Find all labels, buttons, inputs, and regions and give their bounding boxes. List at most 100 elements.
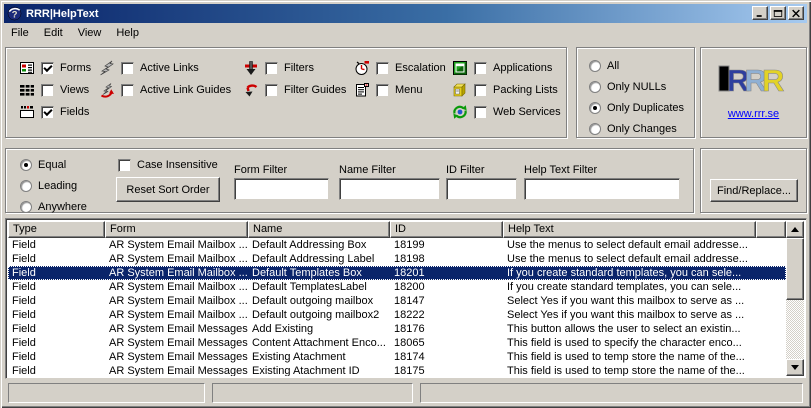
column-header-id[interactable]: ID — [390, 221, 503, 238]
object-type-forms[interactable]: Forms — [19, 60, 91, 76]
radio-label-leading: Leading — [38, 180, 77, 192]
cell-type: Field — [8, 280, 105, 294]
cell-help: If you create standard templates, you ca… — [503, 266, 756, 280]
cell-help: Use the menus to select default email ad… — [503, 252, 756, 266]
checkbox-escalation[interactable] — [376, 62, 389, 75]
object-type-menu[interactable]: Menu — [354, 82, 423, 98]
object-type-active-links[interactable]: Active Links — [99, 60, 199, 76]
object-type-active-link-guides[interactable]: Active Link Guides — [99, 82, 231, 98]
table-row[interactable]: FieldAR System Email Mailbox ...Default … — [8, 294, 786, 308]
checkbox-menu[interactable] — [376, 84, 389, 97]
checkbox-applications[interactable] — [474, 62, 487, 75]
cell-help: Select Yes if you want this mailbox to s… — [503, 308, 756, 322]
table-row[interactable]: FieldAR System Email MessagesExisting At… — [8, 364, 786, 376]
minimize-button[interactable] — [752, 6, 768, 20]
close-button[interactable] — [788, 6, 804, 20]
web-services-icon — [452, 104, 468, 120]
checkbox-fields[interactable] — [41, 106, 54, 119]
menu-item-file[interactable]: File — [4, 24, 37, 42]
column-header-type[interactable]: Type — [8, 221, 105, 238]
scrollbar-track[interactable] — [786, 300, 804, 359]
checkbox-label-applications: Applications — [493, 62, 552, 74]
name-filter-label: Name Filter — [339, 164, 396, 176]
radio-anywhere[interactable] — [20, 201, 32, 213]
scroll-up-button[interactable] — [786, 221, 804, 238]
cell-form: AR System Email Mailbox ... — [105, 280, 248, 294]
match-option-anywhere[interactable]: Anywhere — [20, 199, 87, 215]
checkbox-views[interactable] — [41, 84, 54, 97]
vertical-scrollbar[interactable] — [786, 221, 804, 376]
radio-label-only-duplicates: Only Duplicates — [607, 102, 684, 114]
table-row[interactable]: FieldAR System Email Mailbox ...Default … — [8, 280, 786, 294]
object-types-groupbox: Forms Views Fields Active Links Active Link … — [5, 47, 567, 138]
table-row[interactable]: FieldAR System Email Mailbox ...Default … — [8, 252, 786, 266]
case-insensitive-option[interactable]: Case Insensitive — [118, 157, 218, 173]
radio-only-changes[interactable] — [589, 123, 601, 135]
object-type-filter-guides[interactable]: Filter Guides — [243, 82, 346, 98]
object-type-escalation[interactable]: Escalation — [354, 60, 446, 76]
object-type-packing-lists[interactable]: Packing Lists — [452, 82, 558, 98]
radio-label-anywhere: Anywhere — [38, 201, 87, 213]
cell-form: AR System Email Mailbox ... — [105, 266, 248, 280]
radio-equal[interactable] — [20, 159, 32, 171]
column-header-form[interactable]: Form — [105, 221, 248, 238]
object-type-views[interactable]: Views — [19, 82, 89, 98]
cell-id: 18201 — [390, 266, 503, 280]
object-type-fields[interactable]: Fields — [19, 104, 89, 120]
scrollbar-thumb[interactable] — [786, 238, 804, 300]
checkbox-filter-guides[interactable] — [265, 84, 278, 97]
radio-leading[interactable] — [20, 180, 32, 192]
table-row[interactable]: FieldAR System Email Mailbox ...Default … — [8, 266, 786, 280]
checkbox-forms[interactable] — [41, 62, 54, 75]
branding-groupbox: RRR www.rrr.se — [700, 47, 807, 138]
cell-type: Field — [8, 238, 105, 252]
menu-item-view[interactable]: View — [71, 24, 110, 42]
column-header-name[interactable]: Name — [248, 221, 390, 238]
radio-only-nulls[interactable] — [589, 81, 601, 93]
case-insensitive-checkbox[interactable] — [118, 159, 131, 172]
table-row[interactable]: FieldAR System Email MessagesContent Att… — [8, 336, 786, 350]
column-header-help-text[interactable]: Help Text — [503, 221, 756, 238]
maximize-button[interactable] — [770, 6, 786, 20]
scope-option-only-duplicates[interactable]: Only Duplicates — [589, 100, 684, 116]
match-option-leading[interactable]: Leading — [20, 178, 77, 194]
cell-form: AR System Email Mailbox ... — [105, 252, 248, 266]
checkbox-filters[interactable] — [265, 62, 278, 75]
find-replace-button[interactable]: Find/Replace... — [710, 179, 798, 202]
table-body: FieldAR System Email Mailbox ...Default … — [8, 238, 786, 376]
table-row[interactable]: FieldAR System Email Mailbox ...Default … — [8, 308, 786, 322]
radio-all[interactable] — [589, 60, 601, 72]
cell-form: AR System Email Messages — [105, 336, 248, 350]
menu-bar: FileEditViewHelp — [4, 23, 807, 43]
cell-name: Existing Atachment — [248, 350, 390, 364]
app-window: ? RRR|HelpText FileEditViewHelp FormsVie… — [0, 0, 811, 408]
table-row[interactable]: FieldAR System Email MessagesExisting At… — [8, 350, 786, 364]
checkbox-active-links[interactable] — [121, 62, 134, 75]
scope-option-only-changes[interactable]: Only Changes — [589, 121, 677, 137]
name-filter-input[interactable] — [339, 178, 440, 200]
checkbox-packing-lists[interactable] — [474, 84, 487, 97]
checkbox-web-services[interactable] — [474, 106, 487, 119]
menu-item-help[interactable]: Help — [109, 24, 147, 42]
scope-option-all[interactable]: All — [589, 58, 619, 74]
window-controls — [750, 6, 804, 20]
scroll-down-button[interactable] — [786, 359, 804, 376]
scope-option-only-nulls[interactable]: Only NULLs — [589, 79, 666, 95]
form-filter-input[interactable] — [234, 178, 329, 200]
radio-label-only-nulls: Only NULLs — [607, 81, 666, 93]
table-row[interactable]: FieldAR System Email MessagesAdd Existin… — [8, 322, 786, 336]
radio-only-duplicates[interactable] — [589, 102, 601, 114]
checkbox-active-link-guides[interactable] — [121, 84, 134, 97]
reset-sort-order-button[interactable]: Reset Sort Order — [116, 177, 220, 202]
match-option-equal[interactable]: Equal — [20, 157, 66, 173]
menu-item-edit[interactable]: Edit — [37, 24, 71, 42]
object-type-applications[interactable]: Applications — [452, 60, 552, 76]
website-link[interactable]: www.rrr.se — [701, 108, 806, 120]
id-filter-input[interactable] — [446, 178, 517, 200]
cell-type: Field — [8, 322, 105, 336]
table-row[interactable]: FieldAR System Email Mailbox ...Default … — [8, 238, 786, 252]
object-type-web-services[interactable]: Web Services — [452, 104, 561, 120]
checkbox-label-active-link-guides: Active Link Guides — [140, 84, 231, 96]
help-text-filter-input[interactable] — [524, 178, 680, 200]
object-type-filters[interactable]: Filters — [243, 60, 314, 76]
